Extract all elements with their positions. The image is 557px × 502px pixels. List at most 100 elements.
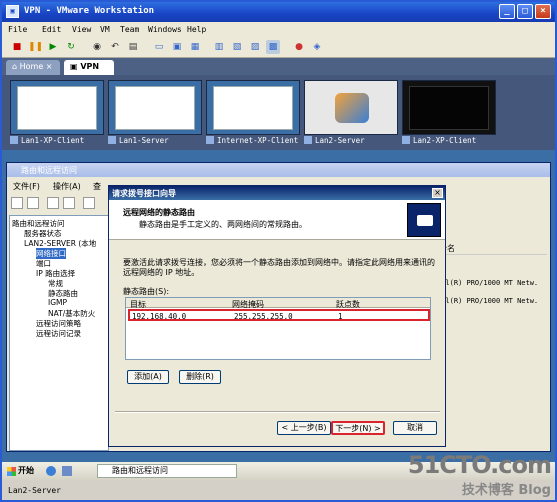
thumbnail-lan2-server[interactable]: Lan2-Server [304, 80, 398, 146]
suspend-icon[interactable]: ❚❚ [28, 40, 43, 54]
console-view-icon[interactable]: ▦ [188, 40, 202, 54]
wizard-description: 要激活此请求拨号连接，您必须将一个静态路由添加到网络中。请指定此网络用来通讯的远… [123, 258, 435, 277]
show-tree-icon[interactable] [63, 197, 75, 209]
tree-remote-access-logging[interactable]: 远程访问记录 [36, 328, 81, 339]
network-connection-icon [407, 203, 441, 237]
menu-view[interactable]: View [72, 25, 91, 34]
power-on-icon[interactable]: ▶ [46, 40, 60, 54]
watermark-line1: 51CTO.com [407, 451, 552, 479]
tab-home-label: Home [19, 62, 44, 71]
list-row[interactable]: tel(R) PRO/1000 MT Netw. [437, 279, 552, 287]
list-row[interactable]: tel(R) PRO/1000 MT Netw. [437, 297, 552, 305]
wizard-heading: 远程网络的静态路由 [123, 208, 195, 217]
menu-windows[interactable]: Windows [148, 25, 182, 34]
close-button[interactable]: × [535, 4, 551, 19]
static-routes-list[interactable]: 目标 网络掩码 跃点数 192.168.40.0 255.255.255.0 1 [125, 297, 431, 360]
thumbnail-label: Lan1-XP-Client [10, 136, 110, 145]
route-metric: 1 [338, 312, 343, 321]
thumbnail-screen [108, 80, 202, 135]
tab-home[interactable]: ⌂ Home × [6, 60, 60, 75]
wizard-title: 请求拨号接口向导 [109, 186, 445, 200]
ie-icon[interactable] [46, 466, 56, 476]
team-view-icon[interactable]: ▩ [266, 40, 280, 54]
thumbnail-label: Lan1-Server [108, 136, 208, 145]
wizard-header: 远程网络的静态路由 静态路由是手工定义的、两网络间的常规路由。 [109, 200, 445, 240]
static-routes-label: 静态路由(S): [123, 287, 170, 296]
snapshot-icon[interactable]: ◉ [90, 40, 104, 54]
wizard-close-button[interactable]: × [432, 188, 443, 198]
routes-header: 目标 网络掩码 跃点数 [126, 298, 430, 309]
rras-title: 路由和远程访问 [7, 163, 550, 177]
taskbar-task-rras[interactable]: 路由和远程访问 [97, 464, 237, 478]
vm-thumbnail-bar: Lan1-XP-Client Lan1-Server Internet-XP-C… [2, 75, 555, 150]
thumbnail-lan2-xp-client[interactable]: Lan2-XP-Client [402, 80, 496, 146]
thumbnail-label: Lan2-Server [304, 136, 404, 145]
menu-vm[interactable]: VM [100, 25, 110, 34]
appliance-view-icon[interactable]: ▧ [230, 40, 244, 54]
rras-menu-view[interactable]: 查 [93, 181, 101, 192]
minimize-button[interactable]: _ [499, 4, 515, 19]
thumbnail-screen [206, 80, 300, 135]
menu-help[interactable]: Help [187, 25, 206, 34]
wizard-subheading: 静态路由是手工定义的、两网络间的常规路由。 [139, 220, 307, 229]
vmware-window: ▣ VPN - VMware Workstation _ □ × File Ed… [0, 0, 557, 502]
thumbnail-lan1-xp-client[interactable]: Lan1-XP-Client [10, 80, 104, 146]
vmware-title: VPN - VMware Workstation [24, 6, 155, 16]
vmware-tabbar: ⌂ Home × ▣ VPN × [2, 58, 555, 85]
thumbnail-label: Internet-XP-Client [206, 136, 306, 145]
vmware-menubar: File Edit View VM Team Windows Help [2, 22, 555, 38]
route-mask: 255.255.255.0 [234, 312, 293, 321]
route-target: 192.168.40.0 [132, 312, 187, 321]
tab-vpn[interactable]: ▣ VPN × [64, 60, 114, 85]
delete-button[interactable]: 删除(R) [179, 370, 221, 384]
back-icon[interactable] [11, 197, 23, 209]
power-off-icon[interactable]: ■ [10, 40, 24, 54]
maximize-button[interactable]: □ [517, 4, 533, 19]
wizard-separator [115, 411, 440, 413]
team-settings-icon[interactable]: ◈ [310, 40, 324, 54]
vmware-title-bar: ▣ VPN - VMware Workstation _ □ × [2, 2, 555, 22]
tree-igmp[interactable]: IGMP [48, 298, 67, 307]
add-button[interactable]: 添加(A) [127, 370, 169, 384]
tab-vpn-label: VPN [80, 62, 100, 71]
team-power-icon[interactable]: ● [292, 40, 306, 54]
status-vm-name: Lan2-Server [8, 486, 61, 495]
rras-menu-action[interactable]: 操作(A) [53, 181, 81, 192]
windows-logo-icon [7, 467, 16, 476]
vmware-app-icon: ▣ [6, 5, 19, 18]
thumbnail-label: Lan2-XP-Client [402, 136, 502, 145]
menu-file[interactable]: File [8, 25, 27, 34]
vmware-toolbar: ■ ❚❚ ▶ ↻ ◉ ↶ ▤ ▭ ▣ ▦ ▥ ▧ ▨ ▩ ● ◈ [2, 38, 555, 58]
snapshot-manager-icon[interactable]: ▤ [126, 40, 140, 54]
menu-team[interactable]: Team [120, 25, 139, 34]
back-button[interactable]: < 上一步(B) [277, 421, 331, 435]
thumbnail-screen [10, 80, 104, 135]
next-button[interactable]: 下一步(N) > [331, 421, 385, 435]
thumbnail-internet-xp-client[interactable]: Internet-XP-Client [206, 80, 300, 146]
thumbnail-screen [304, 80, 398, 135]
quick-switch-icon[interactable]: ▭ [152, 40, 166, 54]
reset-icon[interactable]: ↻ [64, 40, 78, 54]
start-label: 开始 [18, 466, 34, 475]
show-desktop-icon[interactable] [62, 466, 72, 476]
thumbnail-lan1-server[interactable]: Lan1-Server [108, 80, 202, 146]
watermark: 51CTO.com 技术博客 Blog [407, 451, 552, 498]
list-column-header[interactable]: 备名 [437, 243, 547, 255]
export-icon[interactable] [83, 197, 95, 209]
full-screen-icon[interactable]: ▣ [170, 40, 184, 54]
vmware-logo-icon [335, 93, 369, 123]
thumbnail-bar-icon[interactable]: ▨ [248, 40, 262, 54]
watermark-line2: 技术博客 Blog [461, 483, 551, 498]
cancel-button[interactable]: 取消 [393, 421, 437, 435]
start-button[interactable]: 开始 [6, 464, 40, 478]
menu-edit[interactable]: Edit [42, 25, 61, 34]
rras-tree: 路由和远程访问 服务器状态 LAN2-SERVER (本地 网络接口 端口 IP… [9, 215, 109, 451]
route-row[interactable]: 192.168.40.0 255.255.255.0 1 [128, 309, 430, 321]
up-icon[interactable] [47, 197, 59, 209]
rras-menu-file[interactable]: 文件(F) [13, 181, 40, 192]
forward-icon[interactable] [27, 197, 39, 209]
revert-icon[interactable]: ↶ [108, 40, 122, 54]
summary-view-icon[interactable]: ▥ [212, 40, 226, 54]
demand-dial-wizard: 请求拨号接口向导 × 远程网络的静态路由 静态路由是手工定义的、两网络间的常规路… [108, 185, 446, 447]
thumbnail-screen [402, 80, 496, 135]
